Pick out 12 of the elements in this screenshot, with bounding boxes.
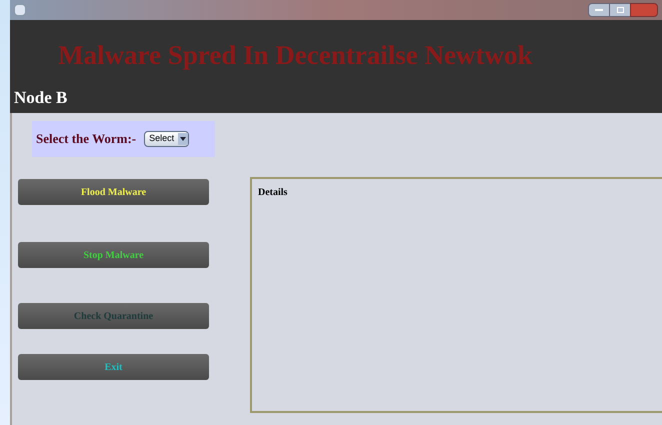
- details-title: Details: [258, 186, 288, 200]
- maximize-button[interactable]: [610, 3, 630, 17]
- action-button[interactable]: Check Quarantine: [18, 303, 209, 329]
- action-button[interactable]: Flood Malware: [18, 179, 209, 205]
- node-label: Node B: [14, 89, 68, 106]
- app-title: Malware Spred In Decentrailse Newtwok: [58, 42, 534, 69]
- minimize-button[interactable]: [588, 3, 610, 17]
- action-button[interactable]: Exit: [18, 354, 209, 380]
- worm-dropdown[interactable]: Select: [144, 131, 190, 147]
- caret-icon: [178, 133, 188, 145]
- action-button[interactable]: Stop Malware: [18, 242, 209, 268]
- worm-label: Select the Worm:-: [36, 130, 136, 148]
